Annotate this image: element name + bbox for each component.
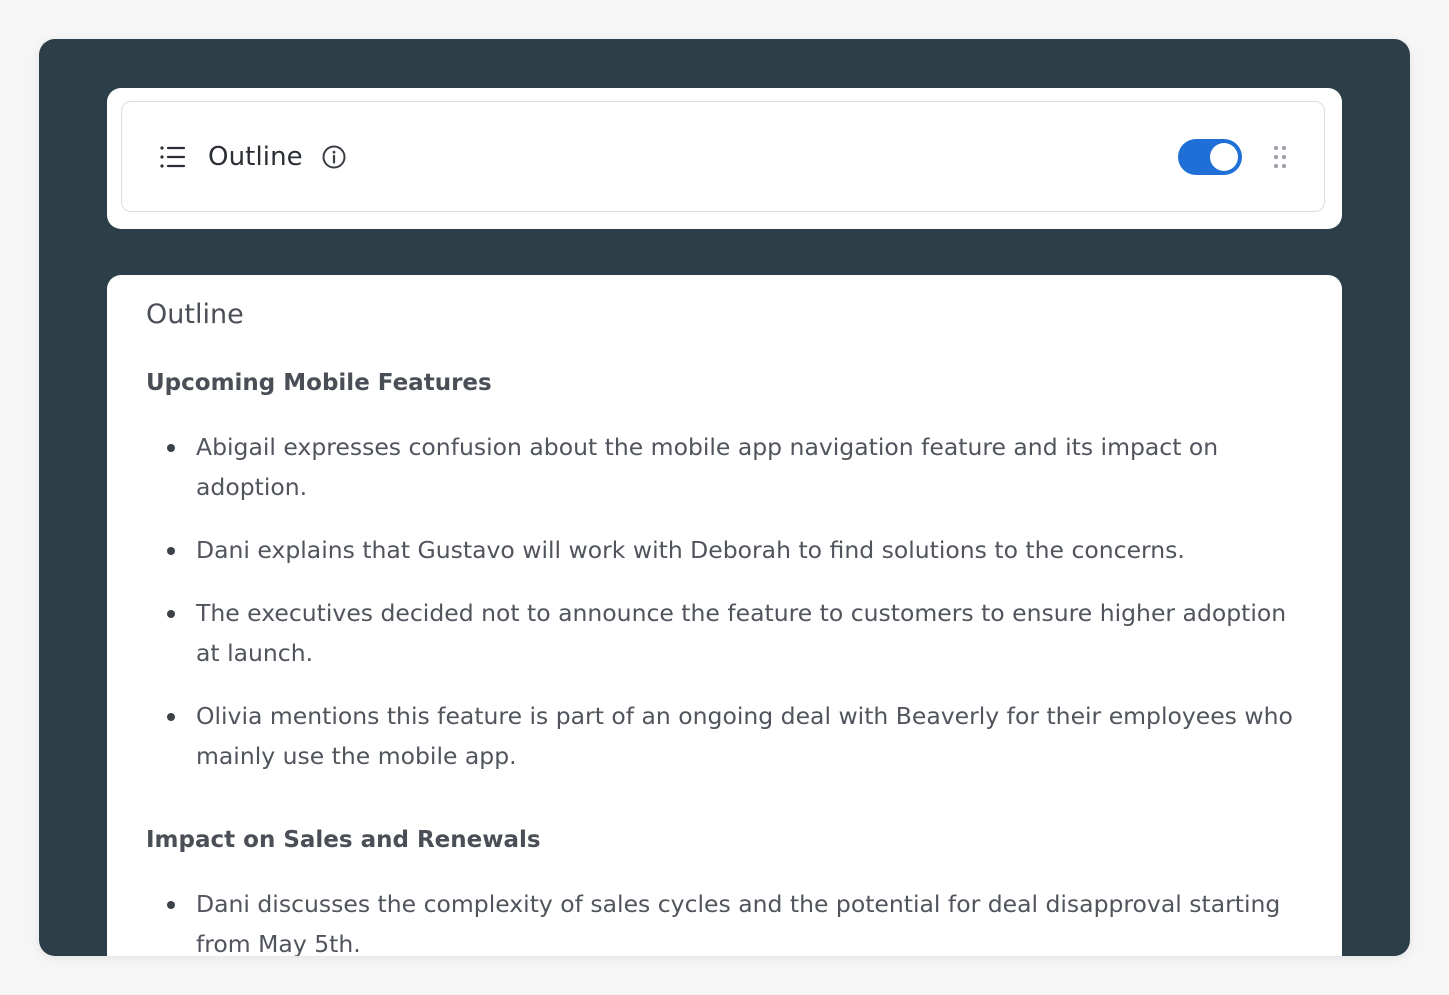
outline-header: Outline <box>121 101 1325 212</box>
list-item: The executives decided not to announce t… <box>146 593 1304 673</box>
drag-handle-icon[interactable] <box>1272 144 1288 170</box>
list-icon <box>160 145 186 168</box>
bullet-list: Dani discusses the complexity of sales c… <box>146 884 1304 956</box>
app-frame: Outline Outline Upcoming Mobile Features <box>39 39 1410 956</box>
info-icon[interactable] <box>321 144 347 170</box>
outline-content-card: Outline Upcoming Mobile Features Abigail… <box>107 275 1342 956</box>
section-title: Upcoming Mobile Features <box>146 370 492 396</box>
list-item: Dani discusses the complexity of sales c… <box>146 884 1304 956</box>
toggle-knob <box>1210 142 1238 171</box>
list-item: Dani explains that Gustavo will work wit… <box>146 530 1304 570</box>
header-title: Outline <box>208 141 303 172</box>
outline-toggle[interactable] <box>1178 138 1242 175</box>
content-title: Outline <box>146 299 244 330</box>
outline-header-card: Outline <box>107 88 1342 229</box>
list-item: Abigail expresses confusion about the mo… <box>146 427 1304 507</box>
list-item: Olivia mentions this feature is part of … <box>146 696 1304 776</box>
section-title: Impact on Sales and Renewals <box>146 827 541 853</box>
bullet-list: Abigail expresses confusion about the mo… <box>146 427 1304 776</box>
